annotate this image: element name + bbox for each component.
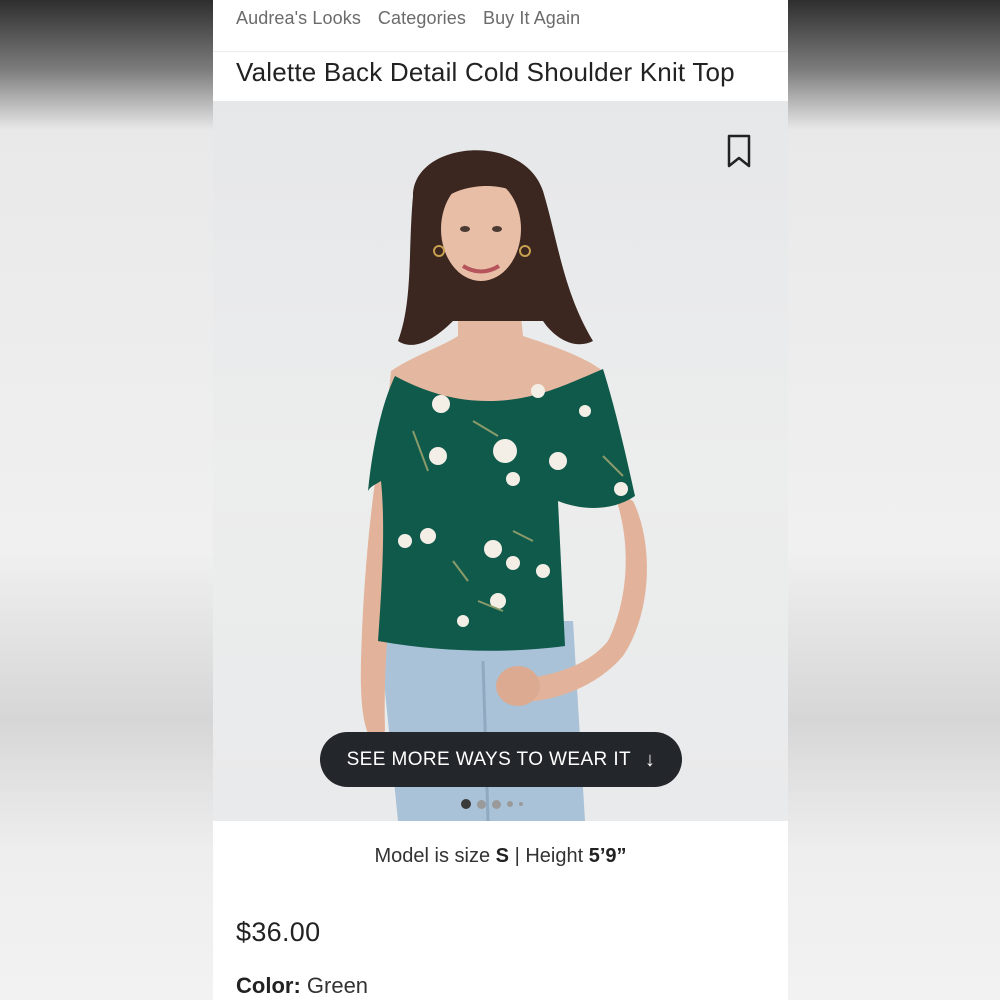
product-title: Valette Back Detail Cold Shoulder Knit T… — [236, 57, 735, 87]
product-price: $36.00 — [236, 917, 321, 947]
carousel-indicators — [461, 799, 523, 809]
nav-link-buy-again[interactable]: Buy It Again — [483, 8, 580, 29]
color-label: Color: — [236, 973, 301, 998]
product-page: Audrea's Looks Categories Buy It Again V… — [213, 0, 788, 1000]
carousel-dot-1[interactable] — [461, 799, 471, 809]
top-navigation: Audrea's Looks Categories Buy It Again — [213, 0, 788, 52]
carousel-dot-5[interactable] — [519, 802, 523, 806]
model-height-value: 5’9” — [588, 845, 627, 867]
carousel-dot-3[interactable] — [492, 799, 501, 809]
product-image-carousel[interactable]: SEE MORE WAYS TO WEAR IT ↓ — [213, 101, 788, 821]
bookmark-icon[interactable] — [725, 133, 753, 169]
carousel-dot-4[interactable] — [507, 801, 513, 807]
model-height-label: Height — [525, 845, 584, 867]
model-size-value: S — [495, 845, 509, 867]
color-value: Green — [306, 973, 369, 998]
arrow-down-icon: ↓ — [645, 748, 656, 771]
see-more-ways-button[interactable]: SEE MORE WAYS TO WEAR IT ↓ — [320, 732, 682, 787]
background-blur-left — [0, 0, 213, 1000]
nav-link-categories[interactable]: Categories — [378, 8, 466, 29]
product-photo — [360, 150, 647, 821]
color-row: Color: Green — [213, 973, 788, 999]
see-more-ways-label: SEE MORE WAYS TO WEAR IT — [346, 748, 632, 770]
nav-link-looks[interactable]: Audrea's Looks — [236, 8, 361, 29]
model-size-prefix: Model is size — [374, 845, 491, 867]
carousel-dot-2[interactable] — [477, 799, 486, 809]
model-info-separator: | — [514, 845, 520, 867]
model-info: Model is size S | Height 5’9” — [213, 821, 788, 917]
background-blur-right — [787, 0, 1000, 1000]
